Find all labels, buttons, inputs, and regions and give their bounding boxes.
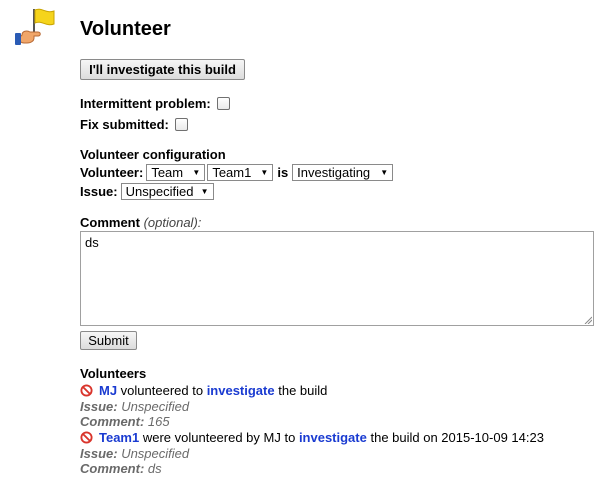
comment-key: Comment: [80, 414, 145, 429]
volunteer-type-select[interactable]: Team ▼ [146, 164, 206, 181]
resize-grip-icon[interactable] [584, 316, 592, 324]
entry-text: the build [274, 382, 328, 398]
issue-label: Issue: [80, 184, 118, 199]
comment-value: ds [85, 235, 99, 250]
investigate-link[interactable]: investigate [207, 383, 275, 398]
status-value: Investigating [297, 165, 371, 180]
volunteer-entry: MJ volunteered to investigate the build [80, 382, 327, 398]
entry-issue: Issue: Unspecified [80, 446, 189, 461]
issue-select[interactable]: Unspecified ▼ [120, 183, 214, 200]
volunteer-name-value: Team1 [212, 165, 252, 180]
status-select[interactable]: Investigating ▼ [292, 164, 394, 181]
comment-label: Comment (optional): [80, 215, 201, 230]
volunteer-name-link[interactable]: Team1 [99, 430, 139, 445]
issue-key: Issue: [80, 399, 118, 414]
entry-comment: Comment: 165 [80, 414, 170, 429]
volunteer-entry: Team1 were volunteered by MJ to investig… [80, 429, 544, 445]
chevron-down-icon: ▼ [260, 168, 269, 177]
issue-key: Issue: [80, 446, 118, 461]
submit-button[interactable]: Submit [80, 331, 137, 350]
volunteer-name-link[interactable]: MJ [99, 383, 117, 398]
comment-value: 165 [144, 414, 170, 429]
volunteers-title: Volunteers [80, 366, 147, 381]
entry-issue: Issue: Unspecified [80, 399, 189, 414]
intermittent-problem-row: Intermittent problem: [80, 95, 230, 112]
volunteer-row: Volunteer: Team ▼ Team1 ▼ is Investigati… [80, 163, 395, 182]
prohibited-icon [80, 383, 93, 397]
entry-text: volunteered to [117, 382, 207, 398]
investigate-link[interactable]: investigate [299, 430, 367, 445]
chevron-down-icon: ▼ [192, 168, 201, 177]
intermittent-problem-checkbox[interactable] [216, 97, 230, 110]
prohibited-icon [80, 430, 93, 444]
entry-text: the build on 2015-10-09 14:23 [366, 429, 544, 445]
investigate-build-button[interactable]: I'll investigate this build [80, 59, 245, 80]
entry-comment: Comment: ds [80, 461, 162, 476]
page-title: Volunteer [80, 18, 171, 40]
hand-flag-icon [15, 8, 55, 45]
intermittent-problem-label: Intermittent problem: [80, 96, 211, 111]
comment-key: Comment: [80, 461, 145, 476]
comment-textarea[interactable]: ds [80, 231, 594, 326]
comment-optional-text: (optional): [143, 215, 202, 230]
comment-value: ds [144, 461, 162, 476]
entry-text: were volunteered by MJ to [139, 429, 299, 445]
chevron-down-icon: ▼ [200, 187, 209, 196]
issue-row: Issue: Unspecified ▼ [80, 182, 216, 201]
issue-value: Unspecified [117, 399, 190, 414]
is-label: is [277, 165, 289, 180]
issue-value: Unspecified [117, 446, 190, 461]
comment-label-text: Comment [80, 215, 140, 230]
volunteer-configuration-title: Volunteer configuration [80, 147, 226, 162]
volunteer-label: Volunteer: [80, 165, 144, 180]
fix-submitted-checkbox[interactable] [174, 118, 188, 131]
issue-value: Unspecified [125, 184, 194, 199]
fix-submitted-label: Fix submitted: [80, 117, 169, 132]
chevron-down-icon: ▼ [380, 168, 389, 177]
fix-submitted-row: Fix submitted: [80, 116, 188, 133]
volunteer-type-value: Team [151, 165, 184, 180]
volunteer-name-select[interactable]: Team1 ▼ [207, 164, 274, 181]
